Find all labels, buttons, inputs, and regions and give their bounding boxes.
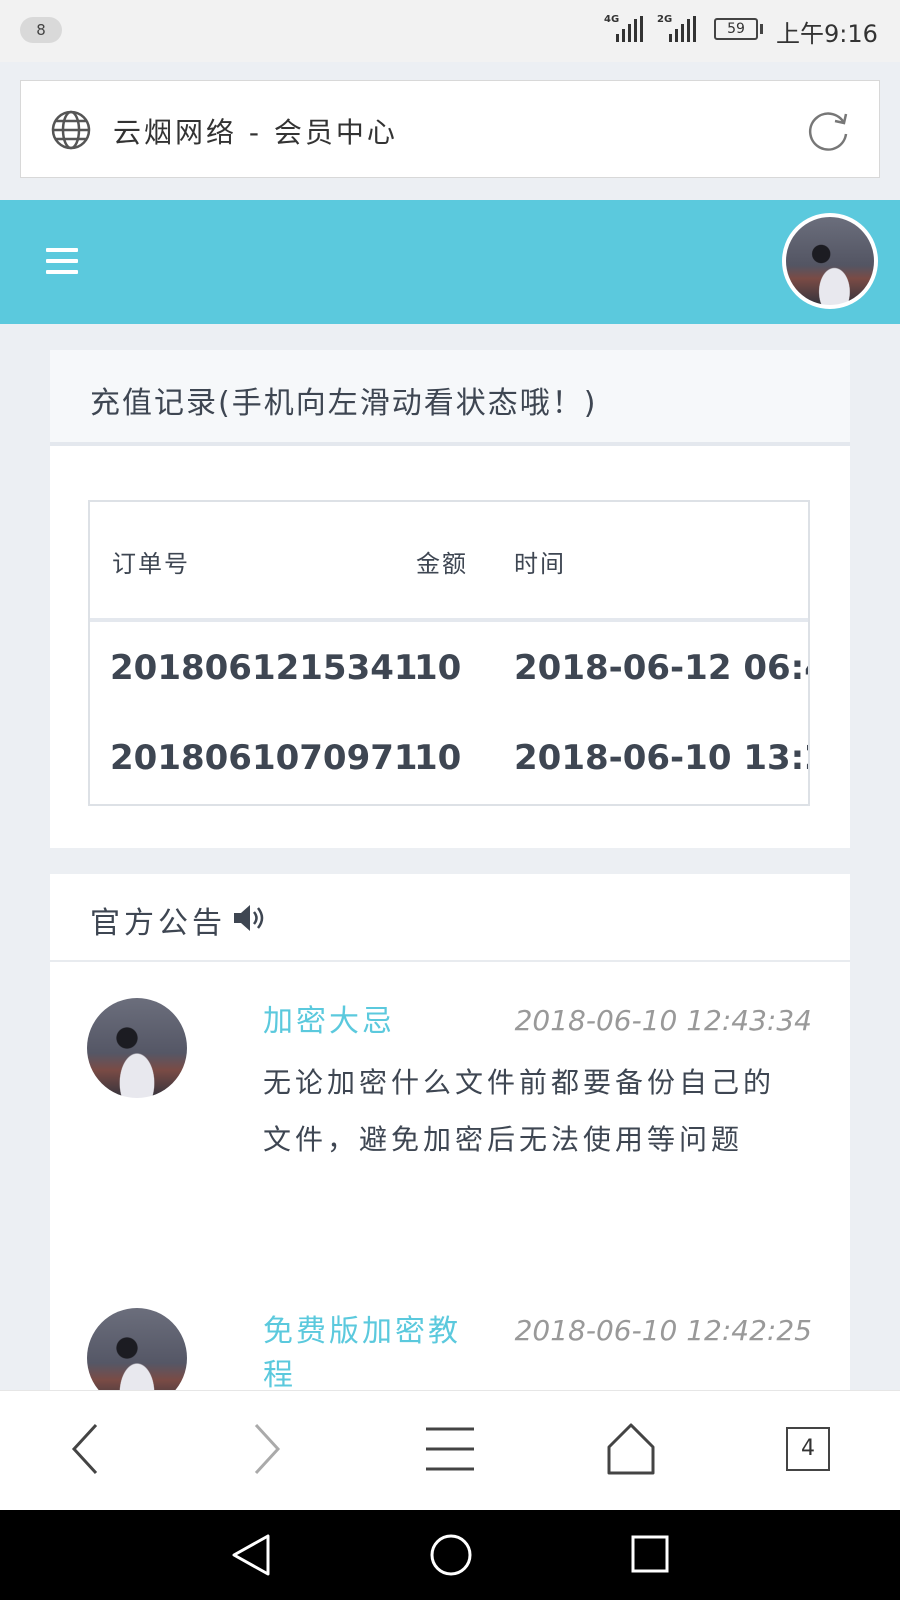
notice-panel: 官方公告 加密大忌 2018-06-10 12:43:34 无论加密什么文件前都… (50, 874, 850, 1408)
tabs-button[interactable]: 4 (786, 1427, 830, 1471)
signal-bars-icon (669, 16, 696, 42)
notice-item-time: 2018-06-10 12:42:25 (514, 1314, 812, 1347)
back-icon[interactable] (66, 1419, 106, 1479)
system-home-icon[interactable] (428, 1532, 474, 1578)
table-cell-amount: 10 (414, 648, 462, 688)
forward-icon[interactable] (246, 1419, 286, 1479)
table-cell-time: 2018-06-10 13:20: (514, 738, 808, 778)
speaker-icon (234, 905, 264, 931)
address-bar[interactable]: 云烟网络 - 会员中心 (20, 80, 880, 178)
notice-item-title[interactable]: 免费版加密教程 (263, 1310, 483, 1398)
browser-toolbar: 4 (0, 1390, 900, 1510)
menu-icon[interactable] (46, 248, 78, 281)
status-clock: 上午9:16 (776, 20, 878, 48)
notification-badge: 8 (20, 17, 62, 43)
menu-lines-icon[interactable] (424, 1419, 476, 1479)
table-cell-amount: 10 (414, 738, 462, 778)
recharge-panel: 充值记录(手机向左滑动看状态哦！) 订单号 金额 时间 201806121534… (50, 350, 850, 848)
status-bar: 8 4G 2G 59 上午9:16 (0, 0, 900, 62)
battery-icon: 59 (714, 18, 758, 40)
column-header-time: 时间 (514, 550, 566, 578)
notice-author-avatar (87, 998, 187, 1098)
system-back-icon[interactable] (230, 1532, 274, 1578)
notice-item-time: 2018-06-10 12:43:34 (514, 1004, 812, 1037)
home-icon[interactable] (606, 1419, 656, 1479)
recharge-table[interactable]: 订单号 金额 时间 2018061215341 10 2018-06-12 06… (88, 500, 810, 806)
reload-icon[interactable] (806, 107, 852, 153)
table-cell-order: 2018061070971 (110, 738, 418, 778)
app-header (0, 200, 900, 324)
table-header-divider (90, 618, 808, 622)
user-avatar[interactable] (782, 213, 878, 309)
column-header-amount: 金额 (416, 550, 468, 578)
notice-item-title[interactable]: 加密大忌 (263, 1000, 483, 1044)
battery-tip (760, 24, 763, 34)
panel-heading: 充值记录(手机向左滑动看状态哦！) (50, 350, 850, 446)
notice-item-body: 无论加密什么文件前都要备份自己的文件，避免加密后无法使用等问题 (263, 1066, 776, 1156)
system-nav-bar (0, 1510, 900, 1600)
globe-icon (51, 110, 91, 150)
signal-bars-icon (616, 16, 643, 42)
page-title: 云烟网络 - 会员中心 (113, 116, 398, 149)
notice-panel-title: 官方公告 (90, 906, 226, 941)
table-cell-order: 2018061215341 (110, 648, 418, 688)
recharge-panel-title: 充值记录(手机向左滑动看状态哦！) (90, 386, 598, 421)
column-header-order: 订单号 (112, 550, 190, 578)
table-cell-time: 2018-06-12 06:40: (514, 648, 808, 688)
panel-heading: 官方公告 (50, 874, 850, 962)
system-recents-icon[interactable] (630, 1532, 670, 1578)
